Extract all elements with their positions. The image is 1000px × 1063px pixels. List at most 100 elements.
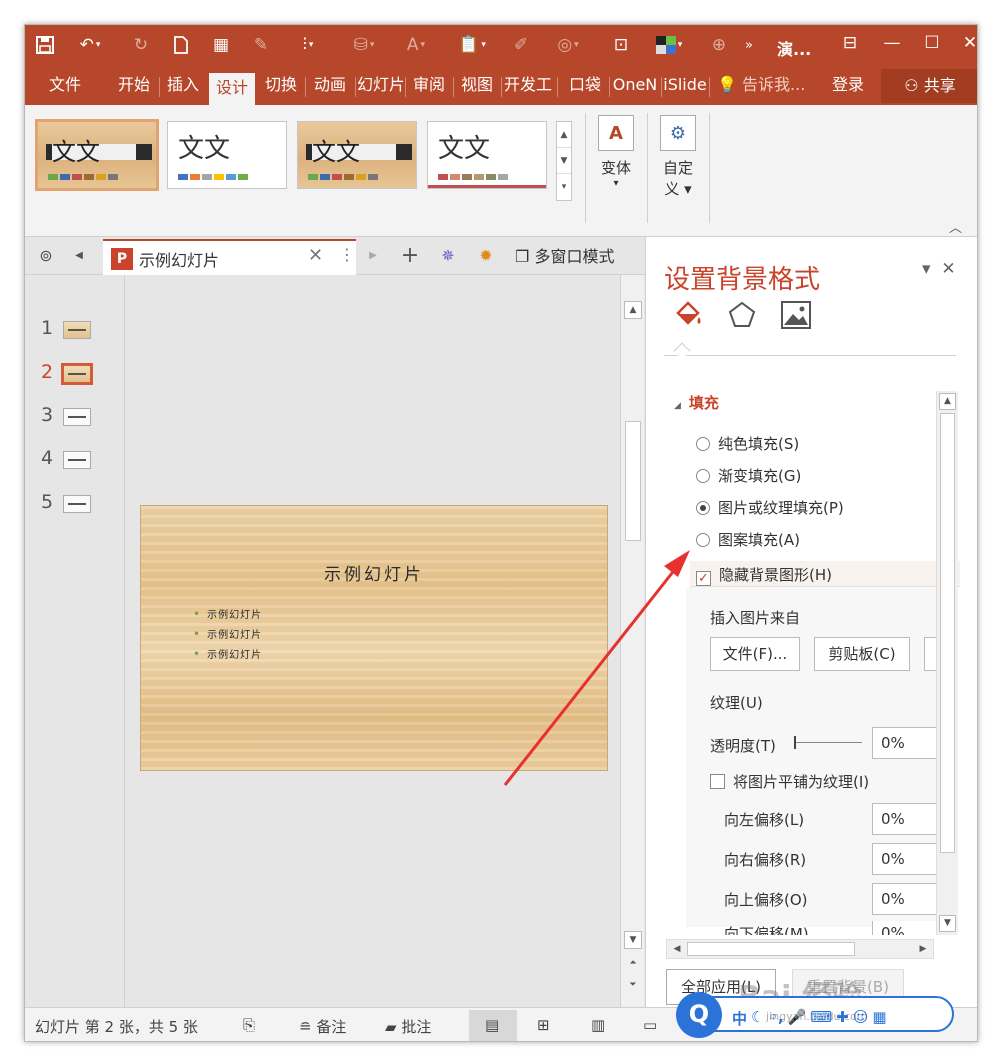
connector-icon[interactable]: ⊕: [707, 33, 731, 57]
previous-slide-icon[interactable]: ⏶: [624, 955, 642, 973]
share-button[interactable]: ⚇ 共享: [881, 69, 977, 103]
offset-top-input[interactable]: 0%: [872, 883, 938, 915]
new-file-icon[interactable]: [169, 33, 193, 57]
slide-thumbnail-2[interactable]: 2: [25, 359, 125, 391]
undo-icon[interactable]: ↶ ▾: [73, 33, 107, 57]
ime-keyboard-icon[interactable]: ⌨: [810, 1008, 832, 1029]
normal-view-button[interactable]: ▤: [469, 1010, 517, 1041]
tab-more-icon[interactable]: ⋮: [339, 245, 355, 264]
scroll-up-icon[interactable]: ▲: [624, 301, 642, 319]
transparency-input[interactable]: 0%: [872, 727, 938, 759]
slide-title[interactable]: 示例幻灯片: [141, 560, 607, 585]
ribbon-display-icon[interactable]: ⊟: [835, 33, 865, 57]
offset-left-input[interactable]: 0%: [872, 803, 938, 835]
theme-thumbnail-4[interactable]: 文文: [427, 121, 547, 189]
document-tab[interactable]: P 示例幻灯片 ✕ ⋮: [103, 239, 356, 275]
offset-bottom-input[interactable]: 0%: [872, 921, 936, 935]
effects-icon[interactable]: ✵: [435, 243, 461, 269]
tab-developer[interactable]: 开发工: [503, 71, 553, 99]
ime-punct-icon[interactable]: ◦,: [768, 1008, 783, 1029]
pattern-fill-option[interactable]: 图案填充(A): [696, 529, 800, 550]
tile-picture-option[interactable]: 将图片平铺为纹理(I): [710, 771, 869, 792]
tabs-right-icon[interactable]: ▶: [363, 243, 383, 269]
pane-scroll-left-icon[interactable]: ◀: [669, 941, 685, 957]
color-scheme-icon[interactable]: ▾: [649, 33, 689, 57]
new-tab-icon[interactable]: +: [397, 243, 423, 269]
spell-check-icon[interactable]: ⎘: [243, 1016, 255, 1034]
ime-moon-icon[interactable]: ☾: [751, 1008, 764, 1029]
slide-thumbnail-3[interactable]: 3: [25, 402, 125, 434]
fill-color-icon[interactable]: ⛁ ▾: [345, 33, 383, 57]
tab-slideshow[interactable]: 幻灯片: [357, 71, 403, 99]
comments-button[interactable]: ▰ 批注: [385, 1016, 431, 1037]
font-color-icon[interactable]: A ▾: [401, 33, 431, 57]
fill-bucket-icon[interactable]: [672, 299, 704, 331]
picture-fill-option[interactable]: 图片或纹理填充(P): [696, 497, 844, 518]
clipboard-button[interactable]: 剪贴板(C): [814, 637, 910, 671]
slide-bullet[interactable]: 示例幻灯片: [193, 626, 262, 641]
tab-animations[interactable]: 动画: [307, 71, 353, 99]
close-icon[interactable]: ✕: [955, 33, 977, 57]
shapes-icon[interactable]: ◎ ▾: [549, 33, 587, 57]
ime-grid-icon[interactable]: ▦: [872, 1008, 886, 1029]
multi-window-button[interactable]: ❐ 多窗口模式: [515, 243, 614, 267]
online-button-partial[interactable]: [924, 637, 936, 671]
tab-file[interactable]: 文件: [33, 71, 97, 99]
transparency-slider[interactable]: [794, 736, 862, 749]
tile-checkbox[interactable]: [710, 774, 725, 789]
offset-right-input[interactable]: 0%: [872, 843, 938, 875]
file-button[interactable]: 文件(F)...: [710, 637, 800, 671]
texture-dropdown[interactable]: 纹理(U): [710, 692, 763, 713]
pane-hscroll-thumb[interactable]: [687, 942, 855, 956]
tab-insert[interactable]: 插入: [161, 71, 205, 99]
eyedropper-icon[interactable]: ✎: [249, 33, 273, 57]
save-icon[interactable]: [33, 33, 57, 57]
tab-design[interactable]: 设计: [209, 73, 255, 105]
tab-list-icon[interactable]: ⊚: [33, 243, 59, 269]
theme-thumbnail-3[interactable]: 文文: [297, 121, 417, 189]
align-icon[interactable]: ⫶ ▾: [289, 33, 327, 57]
close-tab-icon[interactable]: ✕: [308, 245, 323, 266]
theme-thumbnail-2[interactable]: 文文: [167, 121, 287, 189]
customize-button[interactable]: ⚙ 自定 义 ▾: [655, 115, 701, 211]
scroll-thumb[interactable]: [625, 421, 641, 541]
fill-section-header[interactable]: 填充: [674, 392, 719, 413]
pentagon-effects-icon[interactable]: [726, 299, 758, 331]
slideshow-view-icon[interactable]: ▭: [643, 1016, 657, 1034]
login-link[interactable]: 登录: [825, 71, 871, 99]
gallery-up-icon[interactable]: ▲: [557, 122, 571, 148]
layout-icon[interactable]: ▦: [209, 33, 233, 57]
slide-bullet[interactable]: 示例幻灯片: [193, 606, 262, 621]
solid-fill-option[interactable]: 纯色填充(S): [696, 433, 799, 454]
tabs-left-icon[interactable]: ◀: [69, 243, 89, 269]
redo-icon[interactable]: ↻: [129, 33, 153, 57]
pane-scroll-thumb[interactable]: [940, 413, 955, 853]
slide-sorter-icon[interactable]: ⊞: [537, 1016, 550, 1034]
radio-solid[interactable]: [696, 437, 710, 451]
tab-islide[interactable]: iSlide: [663, 71, 707, 99]
tell-me-box[interactable]: 💡 告诉我...: [717, 71, 817, 99]
pane-scroll-down-icon[interactable]: ▼: [939, 915, 956, 932]
radio-picture[interactable]: [696, 501, 710, 515]
pane-scroll-up-icon[interactable]: ▲: [939, 393, 956, 410]
hide-background-checkbox[interactable]: ✓: [696, 571, 711, 586]
slide-thumbnail-1[interactable]: 1: [25, 315, 125, 347]
maximize-icon[interactable]: ☐: [917, 33, 947, 57]
picture-icon[interactable]: [780, 299, 812, 331]
slide-canvas[interactable]: 示例幻灯片 示例幻灯片 示例幻灯片 示例幻灯片: [140, 505, 608, 771]
ime-emoji-icon[interactable]: ☺: [853, 1008, 869, 1029]
collapse-ribbon-icon[interactable]: ︿: [949, 217, 962, 236]
screenshot-icon[interactable]: ⊡: [609, 33, 633, 57]
reading-view-icon[interactable]: ▥: [591, 1016, 605, 1034]
settings-gear-icon[interactable]: ✹: [473, 243, 499, 269]
pane-options-icon[interactable]: ▾: [922, 259, 931, 279]
theme-thumbnail-1[interactable]: 文文: [35, 119, 159, 191]
qat-overflow-icon[interactable]: »: [739, 33, 759, 57]
pane-horizontal-scrollbar[interactable]: ◀ ▶: [666, 939, 934, 959]
radio-pattern[interactable]: [696, 533, 710, 547]
tab-pocket[interactable]: 口袋: [563, 71, 607, 99]
slide-vertical-scrollbar[interactable]: ▲ ▼ ⏶ ⏷: [620, 275, 644, 1007]
slide-bullet[interactable]: 示例幻灯片: [193, 646, 262, 661]
theme-gallery-scroll[interactable]: ▲ ▼ ▾: [556, 121, 572, 201]
format-painter-icon[interactable]: ✐: [509, 33, 533, 57]
